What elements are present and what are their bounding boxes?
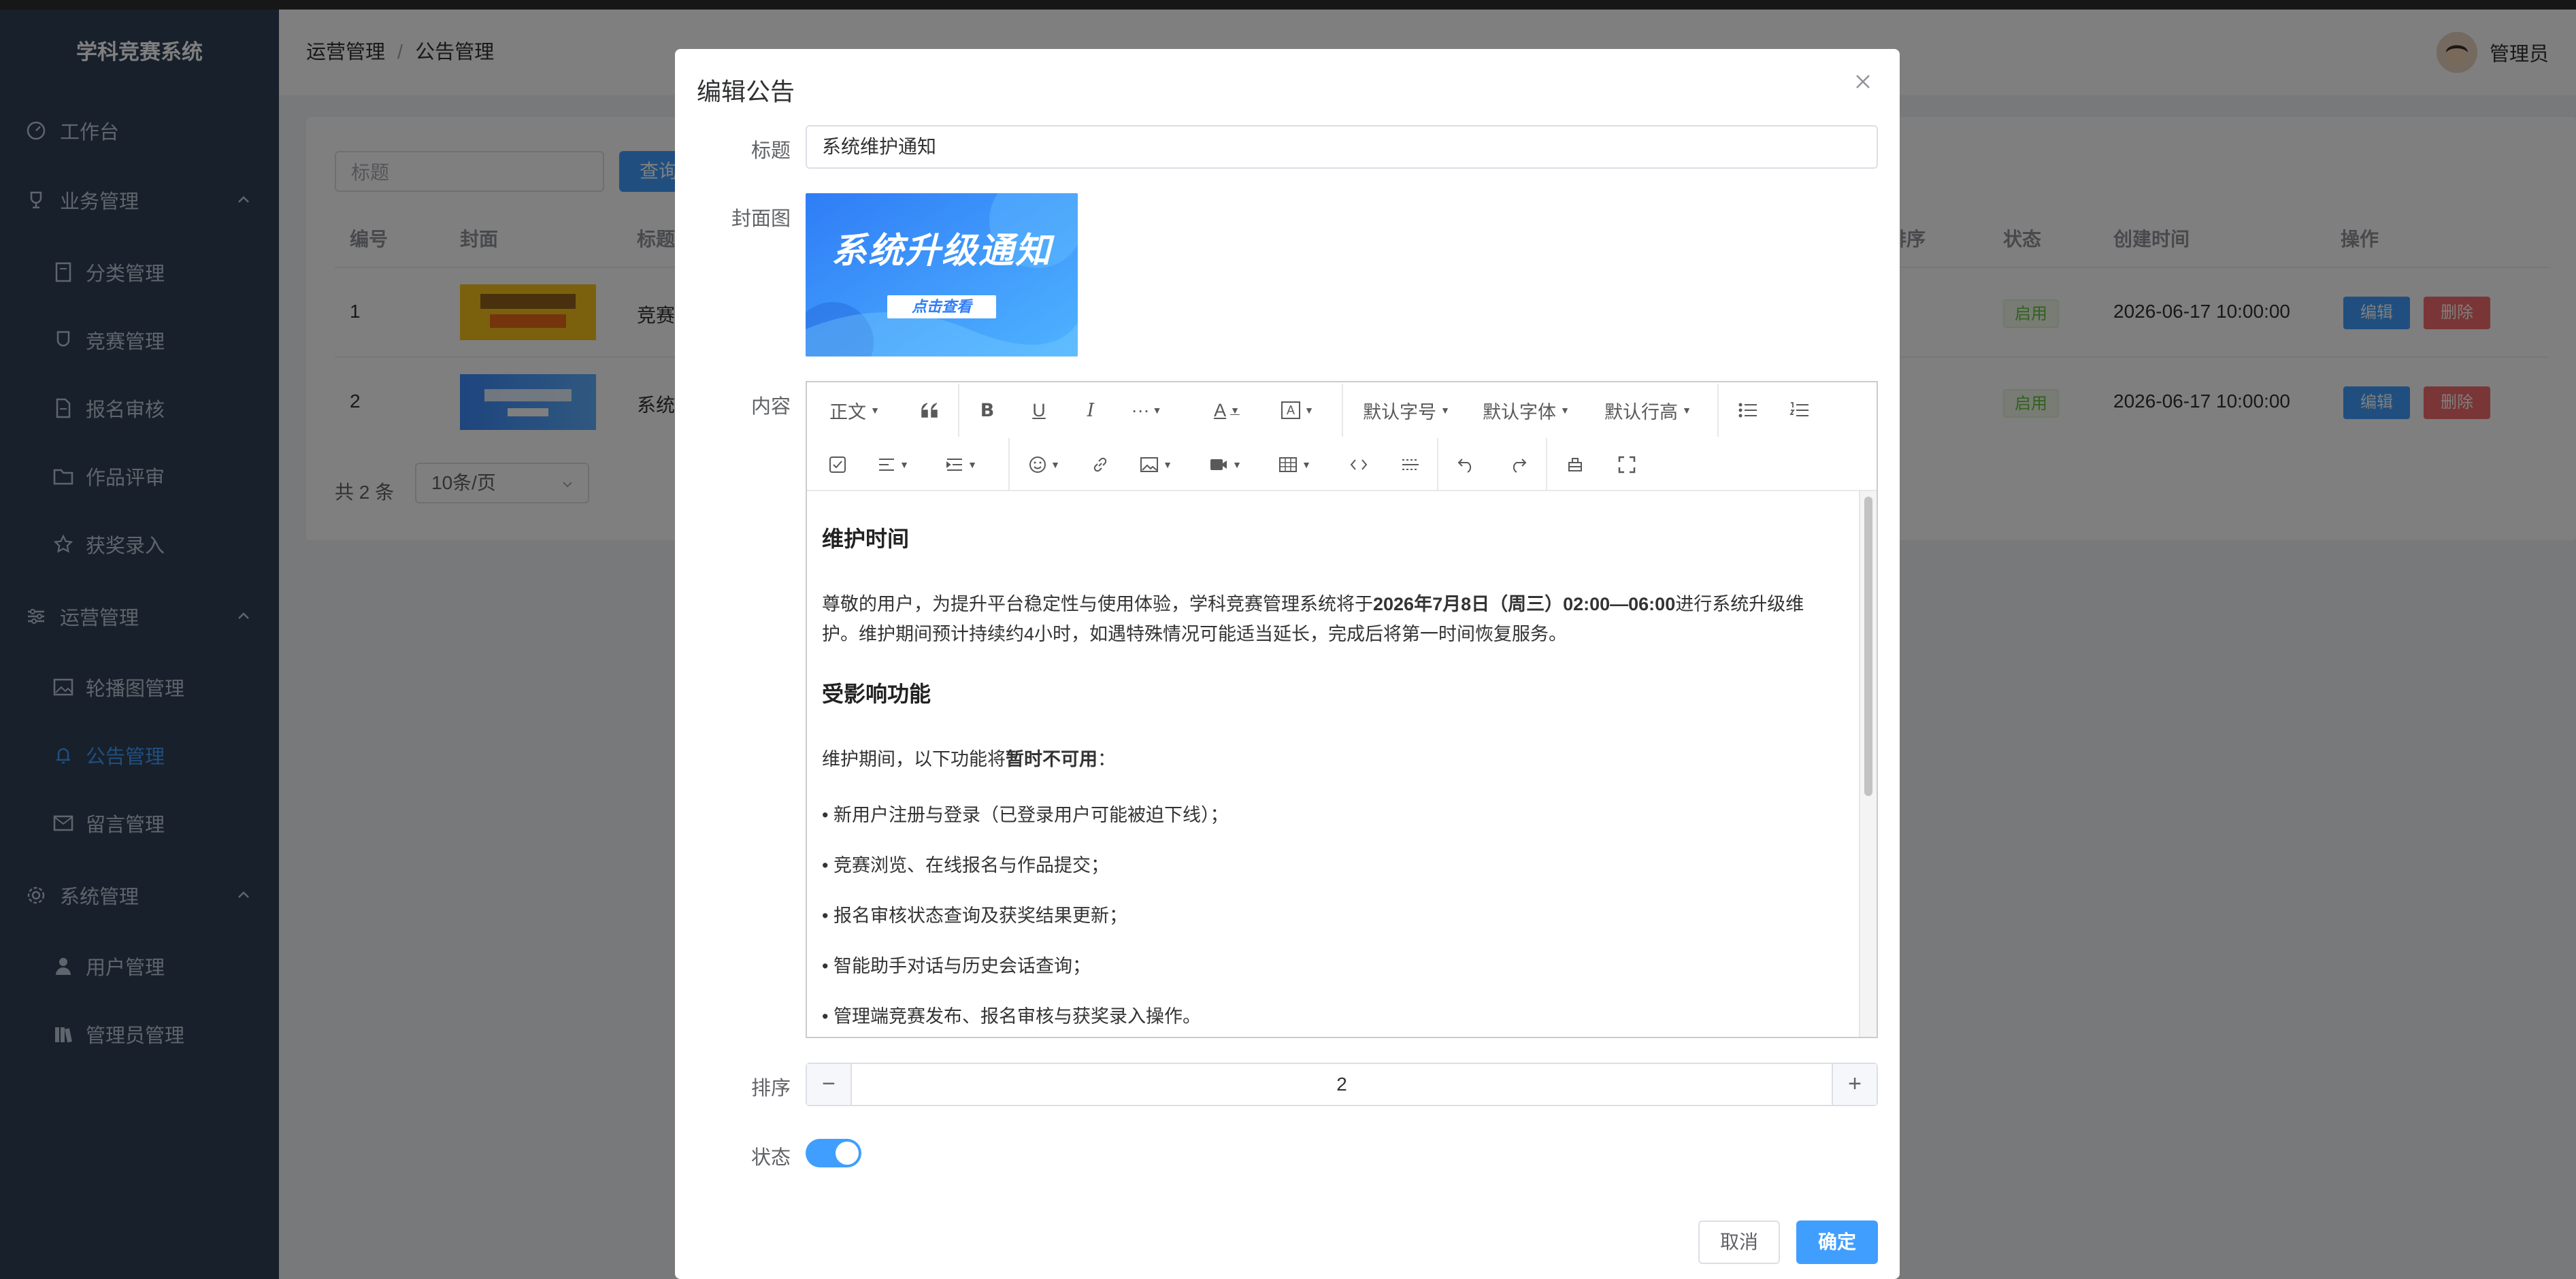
- paragraph-bold-text: 2026年7月8日（周三）02:00—06:00: [1373, 594, 1676, 614]
- paragraph-text: 尊敬的用户，为提升平台稳定性与使用体验，学科竞赛管理系统将于: [822, 594, 1373, 614]
- cover-label: 封面图: [731, 208, 791, 230]
- sort-stepper: − 2 +: [806, 1063, 1878, 1106]
- emoji-icon[interactable]: ▼: [1023, 448, 1066, 482]
- toggle-knob: [836, 1142, 859, 1165]
- list-item: • 新用户注册与登录（已登录用户可能被迫下线）；: [822, 805, 1229, 825]
- content-label: 内容: [750, 396, 791, 418]
- confirm-button[interactable]: 确定: [1796, 1220, 1878, 1264]
- status-toggle[interactable]: [806, 1139, 861, 1167]
- toolbar-divider: [958, 384, 959, 437]
- list-item: • 智能助手对话与历史会话查询；: [822, 956, 1091, 976]
- numbered-list-icon[interactable]: [1783, 393, 1817, 427]
- redo-icon[interactable]: [1501, 448, 1535, 482]
- toolbar-divider: [1342, 384, 1343, 437]
- font-size-label: 默认字号: [1363, 401, 1437, 422]
- video-icon[interactable]: ▼: [1204, 448, 1246, 482]
- background-color-icon[interactable]: A ▼: [1276, 393, 1319, 427]
- close-icon[interactable]: [1849, 69, 1877, 97]
- title-label: 标题: [750, 140, 791, 162]
- list-item: • 报名审核状态查询及获奖结果更新；: [822, 906, 1127, 926]
- underline-icon[interactable]: U: [1022, 393, 1056, 427]
- cover-image-upload[interactable]: 系统升级通知 点击查看: [806, 193, 1078, 356]
- content-paragraph: 维护期间，以下功能将暂时不可用：: [822, 744, 1843, 774]
- paragraph-text: 维护期间，以下功能将: [822, 749, 1006, 769]
- font-size-select[interactable]: 默认字号 ▼: [1359, 393, 1453, 427]
- code-icon[interactable]: [1342, 448, 1376, 482]
- undo-icon[interactable]: [1449, 448, 1483, 482]
- line-height-label: 默认行高: [1604, 401, 1679, 422]
- dialog-title: 编辑公告: [697, 78, 795, 105]
- scrollbar-thumb[interactable]: [1864, 497, 1872, 796]
- bullet-list-icon[interactable]: [1731, 393, 1765, 427]
- decrement-button[interactable]: −: [807, 1064, 852, 1105]
- paragraph-text: 护。维护期间预计持续约4小时，如遇特殊情况可能适当延长，完成后将第一时间恢复服务…: [822, 624, 1568, 644]
- cover-button-text: 点击查看: [911, 298, 972, 315]
- title-input[interactable]: 系统维护通知: [806, 125, 1878, 169]
- sort-value[interactable]: 2: [851, 1064, 1833, 1105]
- line-height-select[interactable]: 默认行高 ▼: [1598, 393, 1698, 427]
- list-item-text: 管理端竞赛发布、报名审核与获奖录入操作。: [833, 1006, 1201, 1027]
- paragraph-bold-text: 暂时不可用: [1006, 749, 1097, 769]
- list-item: • 管理端竞赛发布、报名审核与获奖录入操作。: [822, 1006, 1201, 1027]
- increment-button[interactable]: +: [1832, 1064, 1877, 1105]
- paragraph-select-label: 正文: [829, 401, 867, 422]
- toolbar-divider: [1437, 438, 1438, 491]
- font-color-icon[interactable]: A ▼: [1206, 393, 1248, 427]
- toolbar-divider: [1546, 438, 1547, 491]
- sort-label: 排序: [750, 1078, 791, 1099]
- font-family-select[interactable]: 默认字体 ▼: [1479, 393, 1573, 427]
- table-icon[interactable]: ▼: [1274, 448, 1316, 482]
- italic-icon[interactable]: I: [1074, 393, 1108, 427]
- paragraph-text: ：: [1097, 749, 1116, 769]
- edit-announcement-dialog: 编辑公告 标题 系统维护通知 封面图 系统升级通知 点击查看 内容 正文 ▼ B …: [675, 49, 1900, 1279]
- editor-content[interactable]: 维护时间 尊敬的用户，为提升平台稳定性与使用体验，学科竞赛管理系统将于2026年…: [807, 491, 1857, 1037]
- paragraph-select[interactable]: 正文 ▼: [821, 393, 889, 427]
- link-icon[interactable]: [1083, 448, 1117, 482]
- list-item: • 竞赛浏览、在线报名与作品提交；: [822, 855, 1109, 876]
- image-icon[interactable]: ▼: [1135, 448, 1177, 482]
- list-item-text: 竞赛浏览、在线报名与作品提交；: [833, 855, 1109, 876]
- fullscreen-icon[interactable]: [1610, 448, 1644, 482]
- editor-scrollbar[interactable]: [1859, 491, 1877, 1037]
- todo-icon[interactable]: [821, 448, 855, 482]
- cover-headline: 系统升级通知: [831, 231, 1052, 271]
- divider-line-icon[interactable]: [1393, 448, 1427, 482]
- toolbar-divider: [1008, 438, 1010, 491]
- rich-text-editor: 正文 ▼ B U I ··· ▼ A ▼ A ▼ 默认字号 ▼ 默认字体 ▼ 默认行高 ▼ …: [806, 381, 1878, 1038]
- blockquote-icon[interactable]: [913, 393, 947, 427]
- content-heading: 维护时间: [822, 527, 910, 551]
- status-label: 状态: [750, 1147, 791, 1169]
- list-item-text: 报名审核状态查询及获奖结果更新；: [833, 906, 1127, 926]
- content-heading: 受影响功能: [822, 682, 931, 706]
- content-paragraph: 尊敬的用户，为提升平台稳定性与使用体验，学科竞赛管理系统将于2026年7月8日（…: [822, 589, 1843, 649]
- more-icon[interactable]: ··· ▼: [1125, 393, 1168, 427]
- clear-format-icon[interactable]: [1558, 448, 1592, 482]
- paragraph-text: 进行系统升级维: [1675, 594, 1804, 614]
- toolbar-divider: [1717, 384, 1719, 437]
- editor-toolbar: 正文 ▼ B U I ··· ▼ A ▼ A ▼ 默认字号 ▼ 默认字体 ▼ 默认行高 ▼ …: [807, 382, 1877, 491]
- indent-icon[interactable]: ▼: [940, 448, 982, 482]
- list-item-text: 新用户注册与登录（已登录用户可能被迫下线）；: [833, 805, 1229, 825]
- align-icon[interactable]: ▼: [872, 448, 914, 482]
- font-family-label: 默认字体: [1483, 401, 1557, 422]
- list-item-text: 智能助手对话与历史会话查询；: [833, 956, 1091, 976]
- bold-icon[interactable]: B: [970, 393, 1004, 427]
- cancel-button[interactable]: 取消: [1698, 1220, 1780, 1264]
